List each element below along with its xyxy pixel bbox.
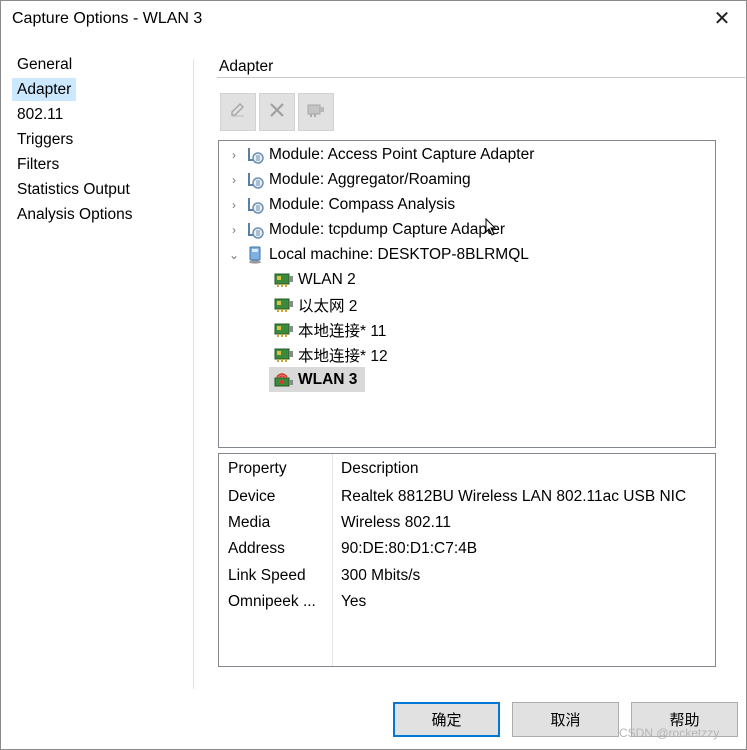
local-machine-icon bbox=[245, 246, 265, 264]
edit-button[interactable] bbox=[220, 93, 256, 131]
tree-item-compass-analysis[interactable]: › Module: Compass Analysis bbox=[226, 193, 455, 217]
ok-button[interactable]: 确定 bbox=[393, 702, 500, 737]
adapter-properties-icon bbox=[306, 102, 326, 122]
tree-item-label: Module: Compass Analysis bbox=[269, 196, 456, 213]
expander-collapsed-icon[interactable]: › bbox=[226, 197, 242, 213]
property-name: Address bbox=[228, 540, 285, 557]
mouse-cursor-icon bbox=[485, 217, 497, 240]
tree-item-label: WLAN 3 bbox=[298, 371, 358, 388]
tree-item-label: 本地连接* 11 bbox=[298, 323, 387, 340]
tree-item-wlan-2[interactable]: WLAN 2 bbox=[271, 268, 356, 292]
tree-item-tcpdump-capture-adapter[interactable]: › Module: tcpdump Capture Adapter bbox=[226, 218, 505, 242]
tree-item-ethernet-2[interactable]: 以太网 2 bbox=[271, 293, 357, 317]
delete-button[interactable] bbox=[259, 93, 295, 131]
nav-item-analysis-options[interactable]: Analysis Options bbox=[12, 203, 137, 226]
property-name: Media bbox=[228, 514, 271, 531]
nav-item-general[interactable]: General bbox=[12, 53, 77, 76]
tree-item-wlan-3[interactable]: WLAN 3 bbox=[271, 368, 357, 392]
module-icon bbox=[245, 196, 265, 214]
property-row[interactable]: Device Realtek 8812BU Wireless LAN 802.1… bbox=[219, 485, 715, 511]
title-bar: Capture Options - WLAN 3 ✕ bbox=[1, 1, 746, 39]
network-card-icon bbox=[274, 346, 294, 364]
expander-collapsed-icon[interactable]: › bbox=[226, 172, 242, 188]
property-value: Wireless 802.11 bbox=[341, 514, 451, 531]
property-name: Omnipeek ... bbox=[228, 593, 316, 610]
adapter-properties-button[interactable] bbox=[298, 93, 334, 131]
properties-list[interactable]: Property Description Device Realtek 8812… bbox=[218, 453, 716, 667]
nav-divider bbox=[193, 59, 194, 689]
network-card-icon bbox=[274, 296, 294, 314]
module-icon bbox=[245, 146, 265, 164]
capture-options-dialog: Capture Options - WLAN 3 ✕ General Adapt… bbox=[0, 0, 747, 750]
tree-item-access-point-capture-adapter[interactable]: › Module: Access Point Capture Adapter bbox=[226, 143, 534, 167]
tree-item-local-connection-11[interactable]: 本地连接* 11 bbox=[271, 318, 386, 342]
module-icon bbox=[245, 221, 265, 239]
module-icon bbox=[245, 171, 265, 189]
property-row[interactable]: Omnipeek ... Yes bbox=[219, 590, 715, 616]
tree-item-label: 本地连接* 12 bbox=[298, 348, 388, 365]
property-value: Yes bbox=[341, 593, 367, 610]
expander-collapsed-icon[interactable]: › bbox=[226, 222, 242, 238]
nav-item-statistics-output[interactable]: Statistics Output bbox=[12, 178, 135, 201]
watermark: CSDN @rocketzzy bbox=[619, 726, 720, 740]
nav-item-triggers[interactable]: Triggers bbox=[12, 128, 78, 151]
delete-icon bbox=[268, 101, 286, 123]
property-value: 300 Mbits/s bbox=[341, 567, 421, 584]
edit-icon bbox=[229, 101, 247, 123]
nav-item-filters[interactable]: Filters bbox=[12, 153, 64, 176]
wireless-adapter-icon bbox=[274, 371, 294, 389]
tree-item-label: Module: Aggregator/Roaming bbox=[269, 171, 471, 188]
tree-item-label: Module: Access Point Capture Adapter bbox=[269, 146, 535, 163]
nav-item-802-11[interactable]: 802.11 bbox=[12, 103, 68, 126]
close-icon[interactable]: ✕ bbox=[710, 7, 734, 31]
network-card-icon bbox=[274, 271, 294, 289]
property-row[interactable]: Address 90:DE:80:D1:C7:4B bbox=[219, 537, 715, 563]
tree-item-local-machine[interactable]: ⌄ Local machine: DESKTOP-8BLRMQL bbox=[226, 243, 529, 267]
expander-collapsed-icon[interactable]: › bbox=[226, 147, 242, 163]
column-header-property[interactable]: Property bbox=[228, 460, 287, 478]
section-title: Adapter bbox=[219, 58, 274, 75]
property-value: Realtek 8812BU Wireless LAN 802.11ac USB… bbox=[341, 488, 687, 505]
cancel-button[interactable]: 取消 bbox=[512, 702, 619, 737]
tree-item-label: WLAN 2 bbox=[298, 271, 356, 288]
column-header-description[interactable]: Description bbox=[341, 460, 419, 478]
section-divider bbox=[217, 77, 745, 78]
property-row[interactable]: Link Speed 300 Mbits/s bbox=[219, 564, 715, 590]
nav-item-adapter[interactable]: Adapter bbox=[12, 78, 77, 101]
tree-item-label: 以太网 2 bbox=[298, 298, 358, 315]
tree-item-label: Module: tcpdump Capture Adapter bbox=[269, 221, 506, 238]
property-row[interactable]: Media Wireless 802.11 bbox=[219, 511, 715, 537]
properties-header-row: Property Description bbox=[219, 457, 715, 483]
property-value: 90:DE:80:D1:C7:4B bbox=[341, 540, 478, 557]
window-title: Capture Options - WLAN 3 bbox=[12, 10, 203, 27]
expander-expanded-icon[interactable]: ⌄ bbox=[226, 247, 242, 263]
network-card-icon bbox=[274, 321, 294, 339]
tree-item-local-connection-12[interactable]: 本地连接* 12 bbox=[271, 343, 388, 367]
property-name: Link Speed bbox=[228, 567, 306, 584]
property-name: Device bbox=[228, 488, 276, 505]
tree-item-aggregator-roaming[interactable]: › Module: Aggregator/Roaming bbox=[226, 168, 471, 192]
tree-item-label: Local machine: DESKTOP-8BLRMQL bbox=[269, 246, 529, 263]
